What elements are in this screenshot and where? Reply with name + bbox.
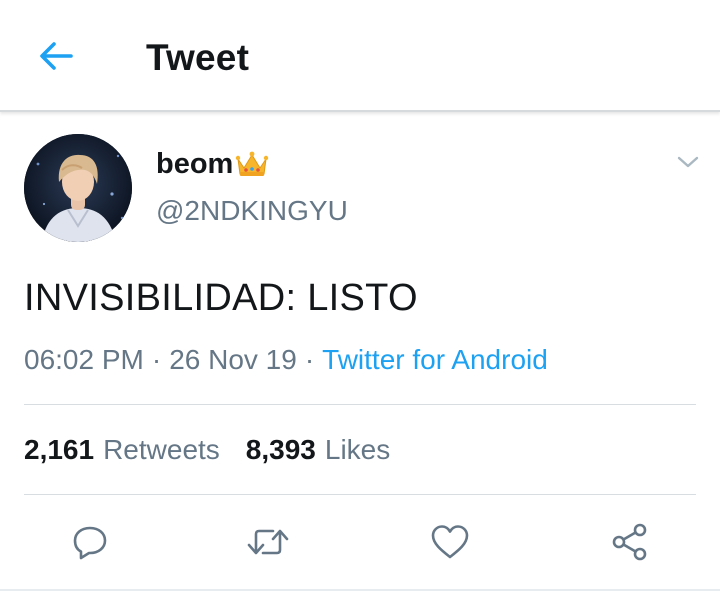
- tweet-source-link[interactable]: Twitter for Android: [322, 341, 548, 379]
- retweets-stat[interactable]: 2,161 Retweets: [24, 431, 220, 469]
- tweet-metadata: 06:02 PM · 26 Nov 19 · Twitter for Andro…: [24, 340, 548, 380]
- author-name-row[interactable]: beom: [156, 144, 269, 184]
- engagement-stats: 2,161 Retweets 8,393 Likes: [24, 430, 390, 470]
- display-name: beom: [156, 148, 234, 180]
- retweets-label: Retweets: [103, 434, 220, 465]
- likes-label: Likes: [324, 434, 391, 465]
- reply-button[interactable]: [66, 520, 114, 568]
- tweet-detail-screen: Tweet beom @2NDKINGYU INVISIBILIDAD: LIS…: [0, 0, 720, 595]
- user-handle[interactable]: @2NDKINGYU: [156, 193, 348, 229]
- chevron-down-icon: [676, 154, 700, 175]
- bottom-divider: [0, 589, 720, 591]
- back-button[interactable]: [28, 34, 84, 82]
- page-title: Tweet: [146, 37, 250, 78]
- avatar[interactable]: [24, 134, 132, 242]
- likes-stat[interactable]: 8,393 Likes: [246, 431, 390, 469]
- tweet-menu-button[interactable]: [672, 150, 704, 178]
- retweets-count: 2,161: [24, 434, 95, 465]
- top-app-bar: Tweet: [0, 0, 720, 112]
- tweet-time: 06:02 PM: [24, 344, 144, 375]
- tweet-actions-bar: [0, 512, 720, 572]
- meta-separator: ·: [151, 344, 162, 375]
- tweet-date: 26 Nov 19: [169, 344, 297, 375]
- share-icon: [609, 521, 651, 568]
- divider: [24, 404, 696, 405]
- likes-count: 8,393: [245, 434, 316, 465]
- like-button[interactable]: [426, 520, 474, 568]
- heart-icon: [429, 522, 471, 567]
- divider: [24, 494, 696, 495]
- retweet-button[interactable]: [244, 520, 292, 568]
- retweet-icon: [245, 522, 291, 567]
- share-button[interactable]: [606, 520, 654, 568]
- crown-icon: [235, 150, 269, 183]
- tweet-text: INVISIBILIDAD: LISTO: [24, 277, 418, 319]
- meta-separator: ·: [304, 344, 315, 375]
- reply-icon: [70, 522, 110, 567]
- arrow-left-icon: [38, 41, 74, 76]
